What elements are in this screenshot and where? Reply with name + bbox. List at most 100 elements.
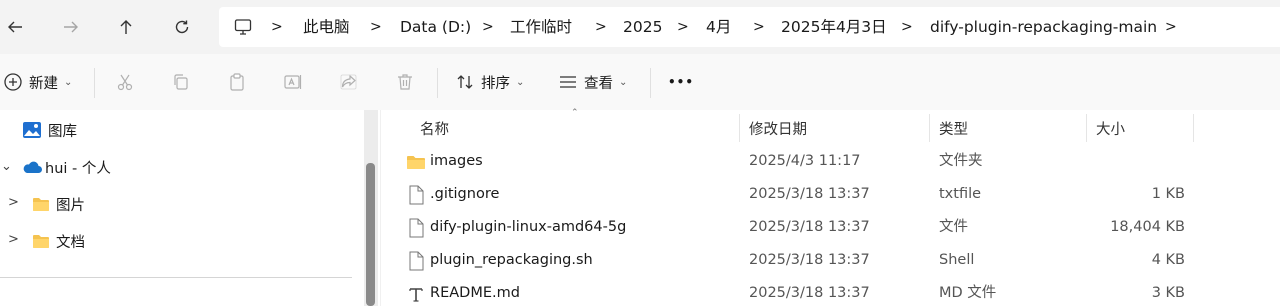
breadcrumb-item[interactable]: Data (D:) — [400, 7, 471, 47]
chevron-right-icon[interactable]: > — [8, 232, 19, 247]
view-list-icon — [560, 76, 576, 88]
file-row[interactable]: plugin_repackaging.sh 2025/3/18 13:37 Sh… — [381, 244, 1280, 277]
file-size: 4 KB — [1151, 252, 1185, 268]
column-header-date[interactable]: 修改日期 — [749, 118, 807, 139]
copy-icon — [174, 74, 188, 90]
file-row[interactable]: dify-plugin-linux-amd64-5g 2025/3/18 13:… — [381, 211, 1280, 244]
file-type: Shell — [939, 252, 975, 268]
copy-button[interactable] — [171, 68, 191, 96]
breadcrumb-item[interactable]: 4月 — [706, 7, 731, 47]
nav-item-label: hui - 个人 — [45, 160, 111, 177]
file-date: 2025/3/18 13:37 — [749, 252, 870, 268]
delete-button[interactable] — [395, 68, 415, 96]
file-row[interactable]: .gitignore 2025/3/18 13:37 txtfile 1 KB — [381, 178, 1280, 211]
nav-scrollbar-thumb[interactable] — [366, 163, 375, 306]
file-date: 2025/3/18 13:37 — [749, 219, 870, 235]
file-date: 2025/3/18 13:37 — [749, 186, 870, 202]
sort-button[interactable]: 排序 ⌄ — [455, 68, 524, 96]
file-type: MD 文件 — [939, 285, 997, 301]
rename-button[interactable] — [283, 68, 303, 96]
file-size: 1 KB — [1151, 186, 1185, 202]
cut-button[interactable] — [115, 68, 135, 96]
refresh-icon — [175, 20, 189, 34]
new-label: 新建 — [29, 75, 58, 92]
column-header-name[interactable]: 名称 — [420, 118, 449, 139]
chevron-right-icon: > — [1165, 19, 1177, 35]
onedrive-cloud-icon — [23, 161, 42, 173]
chevron-right-icon: > — [271, 19, 283, 35]
column-header-row: 名称 修改日期 类型 大小 — [381, 110, 1280, 142]
column-header-size[interactable]: 大小 — [1096, 118, 1125, 139]
computer-icon — [234, 19, 252, 35]
sort-indicator-icon: ⌃ — [571, 108, 579, 118]
folder-icon — [33, 198, 49, 211]
file-icon — [409, 251, 424, 271]
sort-label: 排序 — [481, 75, 510, 92]
file-size: 3 KB — [1151, 285, 1185, 301]
column-divider[interactable] — [739, 114, 740, 142]
chevron-down-icon[interactable]: ⌄ — [1, 159, 12, 174]
chevron-down-icon: ⌄ — [516, 76, 525, 88]
file-name: images — [430, 153, 483, 169]
arrow-up-icon — [120, 20, 132, 34]
chevron-down-icon: ⌄ — [619, 76, 628, 88]
chevron-right-icon: > — [370, 19, 382, 35]
scissors-icon — [117, 74, 133, 91]
chevron-down-icon: ⌄ — [64, 76, 73, 88]
clipboard-icon — [230, 73, 244, 91]
file-date: 2025/3/18 13:37 — [749, 285, 870, 301]
more-options-button[interactable]: ••• — [668, 68, 694, 96]
column-divider[interactable] — [929, 114, 930, 142]
nav-item-documents[interactable]: 文档 — [32, 226, 85, 256]
toolbar-divider — [94, 68, 95, 98]
rename-icon — [284, 75, 302, 89]
chevron-right-icon[interactable]: > — [8, 195, 19, 210]
column-divider[interactable] — [1193, 114, 1194, 142]
paste-button[interactable] — [227, 68, 247, 96]
folder-icon — [407, 156, 425, 169]
chevron-right-icon: > — [482, 19, 494, 35]
sort-arrows-icon — [457, 75, 473, 89]
back-button[interactable] — [0, 12, 30, 42]
chevron-right-icon: > — [595, 19, 607, 35]
file-type: txtfile — [939, 186, 982, 202]
toolbar-divider — [650, 68, 651, 98]
arrow-right-icon — [64, 21, 78, 33]
view-label: 查看 — [584, 75, 613, 92]
share-button[interactable] — [339, 68, 359, 96]
nav-item-pictures[interactable]: 图片 — [32, 189, 85, 219]
command-bar: 新建 ⌄ 排序 ⌄ 查看 ⌄ ••• — [0, 54, 1280, 110]
breadcrumb-item[interactable]: 工作临时 — [510, 7, 572, 47]
breadcrumb-item[interactable]: 2025年4月3日 — [781, 7, 887, 47]
arrow-left-icon — [8, 21, 22, 33]
markdown-file-icon — [409, 288, 423, 302]
chevron-right-icon: > — [753, 19, 765, 35]
up-button[interactable] — [111, 12, 141, 42]
nav-item-label: 文档 — [56, 234, 85, 251]
new-button[interactable]: 新建 ⌄ — [3, 68, 72, 96]
column-divider[interactable] — [1086, 114, 1087, 142]
chevron-right-icon: > — [901, 19, 913, 35]
refresh-button[interactable] — [167, 12, 197, 42]
file-row[interactable]: README.md 2025/3/18 13:37 MD 文件 3 KB — [381, 277, 1280, 306]
file-icon — [409, 218, 424, 238]
nav-item-gallery[interactable]: 图库 — [22, 115, 77, 145]
share-icon — [340, 74, 357, 90]
file-row[interactable]: images 2025/4/3 11:17 文件夹 — [381, 145, 1280, 178]
gallery-icon — [23, 122, 41, 138]
breadcrumb-item[interactable]: 此电脑 — [303, 7, 350, 47]
breadcrumb-item[interactable]: 2025 — [623, 7, 662, 47]
folder-icon — [33, 235, 49, 248]
forward-button[interactable] — [56, 12, 86, 42]
address-row: > 此电脑 > Data (D:) > 工作临时 > 2025 > 4月 > 2… — [0, 0, 1280, 54]
nav-item-label: 图片 — [56, 197, 85, 214]
chevron-right-icon: > — [677, 19, 689, 35]
column-header-type[interactable]: 类型 — [939, 118, 968, 139]
nav-item-onedrive[interactable]: hui - 个人 — [22, 152, 111, 182]
address-bar[interactable]: > 此电脑 > Data (D:) > 工作临时 > 2025 > 4月 > 2… — [219, 7, 1280, 47]
file-type: 文件 — [939, 219, 968, 235]
file-date: 2025/4/3 11:17 — [749, 153, 861, 169]
breadcrumb-item[interactable]: dify-plugin-repackaging-main — [930, 7, 1157, 47]
view-button[interactable]: 查看 ⌄ — [558, 68, 627, 96]
file-size: 18,404 KB — [1110, 219, 1185, 235]
